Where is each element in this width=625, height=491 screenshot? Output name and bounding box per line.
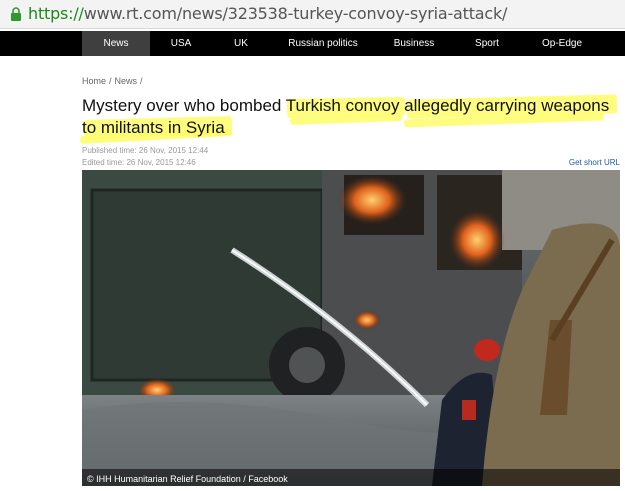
url-path: www.rt.com/news/323538-turkey-convoy-syr… <box>83 4 508 23</box>
nav-item-news[interactable]: News <box>82 31 150 56</box>
photo-caption-bar: © IHH Humanitarian Relief Foundation / F… <box>82 469 620 486</box>
breadcrumb-separator: / <box>140 76 143 86</box>
nav-item-uk[interactable]: UK <box>220 31 262 56</box>
nav-item-sport[interactable]: Sport <box>466 31 508 56</box>
edited-time: Edited time: 26 Nov, 2015 12:46 <box>82 158 196 167</box>
headline-line-1: Mystery over who bombed Turkish convoy a… <box>82 96 610 115</box>
breadcrumb-separator: / <box>109 76 112 86</box>
nav-item-business[interactable]: Business <box>386 31 442 56</box>
article-headline: Mystery over who bombed Turkish convoy a… <box>82 95 622 139</box>
published-time: Published time: 26 Nov, 2015 12:44 <box>82 146 209 155</box>
nav-item-russian-politics[interactable]: Russian politics <box>283 31 363 56</box>
nav-item-usa[interactable]: USA <box>160 31 202 56</box>
site-nav: News USA UK Russian politics Business Sp… <box>0 31 625 56</box>
photo-illustration <box>82 170 620 486</box>
headline-line-2: to militants in Syria <box>82 118 225 137</box>
nav-item-op-edge[interactable]: Op-Edge <box>534 31 590 56</box>
breadcrumb-news[interactable]: News <box>115 76 138 86</box>
lock-icon <box>11 7 21 21</box>
breadcrumb: Home / News / <box>82 76 146 86</box>
url-text[interactable]: https://www.rt.com/news/323538-turkey-co… <box>28 4 507 23</box>
article-photo: © IHH Humanitarian Relief Foundation / F… <box>82 170 620 486</box>
get-short-url-link[interactable]: Get short URL <box>569 158 620 167</box>
photo-caption: © IHH Humanitarian Relief Foundation / F… <box>87 474 288 484</box>
breadcrumb-home[interactable]: Home <box>82 76 106 86</box>
url-scheme: https:// <box>28 4 84 23</box>
address-bar[interactable]: https://www.rt.com/news/323538-turkey-co… <box>0 0 625 29</box>
